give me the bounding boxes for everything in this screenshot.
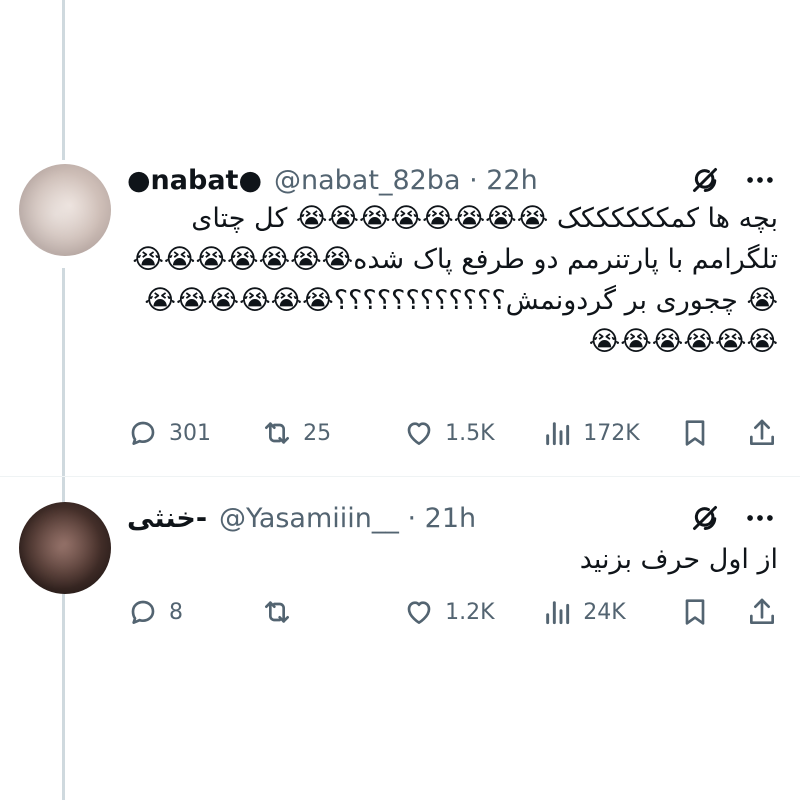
views-icon [546,601,570,625]
more-icon[interactable] [742,500,778,536]
views-button[interactable]: 172K [541,417,679,449]
bookmark-icon [686,420,705,446]
avatar[interactable] [19,164,111,256]
bookmark-button[interactable] [679,417,738,449]
bookmark-button[interactable] [679,596,738,628]
tweet-text: بچه ها کمککککککک 😭😭😭😭😭😭😭😭 کل چتای تلگرام… [132,203,778,357]
reply-button[interactable]: 301 [127,417,261,449]
like-count: 1.2K [445,599,495,625]
reply-button[interactable]: 8 [127,596,261,628]
reply-count: 8 [169,599,183,625]
views-icon [546,422,570,446]
tweet-header: خنثی- @Yasamiiin__ · 21h [127,498,778,538]
display-name[interactable]: ●nabat● [127,165,262,196]
like-icon [407,422,431,445]
share-icon [750,419,774,445]
repost-icon [265,601,290,623]
view-count: 172K [583,420,640,446]
avatar[interactable] [19,502,111,594]
bookmark-icon [686,599,705,625]
views-button[interactable]: 24K [541,596,679,628]
more-icon[interactable] [742,162,778,198]
tweet-actions: 8 1.2K 24K [127,592,778,632]
tweet-text: از اول حرف بزنید [579,544,778,575]
like-button[interactable]: 1.5K [403,417,541,449]
grok-icon[interactable] [686,161,724,199]
share-button[interactable] [739,417,778,449]
tweet-header: ●nabat● @nabat_82ba · 22h [127,160,778,200]
share-button[interactable] [739,596,778,628]
repost-button[interactable] [261,596,403,628]
view-count: 24K [583,599,626,625]
reply-icon [131,600,155,624]
like-count: 1.5K [445,420,495,446]
thread-line [62,0,65,160]
repost-icon [265,422,290,444]
tweet-actions: 301 25 1.5K 172K [127,413,778,453]
reply-count: 301 [169,420,211,446]
like-icon [407,601,431,624]
like-button[interactable]: 1.2K [403,596,541,628]
grok-icon[interactable] [686,499,724,537]
repost-button[interactable]: 25 [261,417,403,449]
handle-and-time[interactable]: @nabat_82ba · 22h [274,165,538,196]
display-name[interactable]: خنثی- [127,503,207,534]
tweet-divider [0,476,800,477]
repost-count: 25 [303,420,332,446]
share-icon [750,598,774,624]
reply-icon [131,421,155,445]
handle-and-time[interactable]: @Yasamiiin__ · 21h [219,503,476,534]
